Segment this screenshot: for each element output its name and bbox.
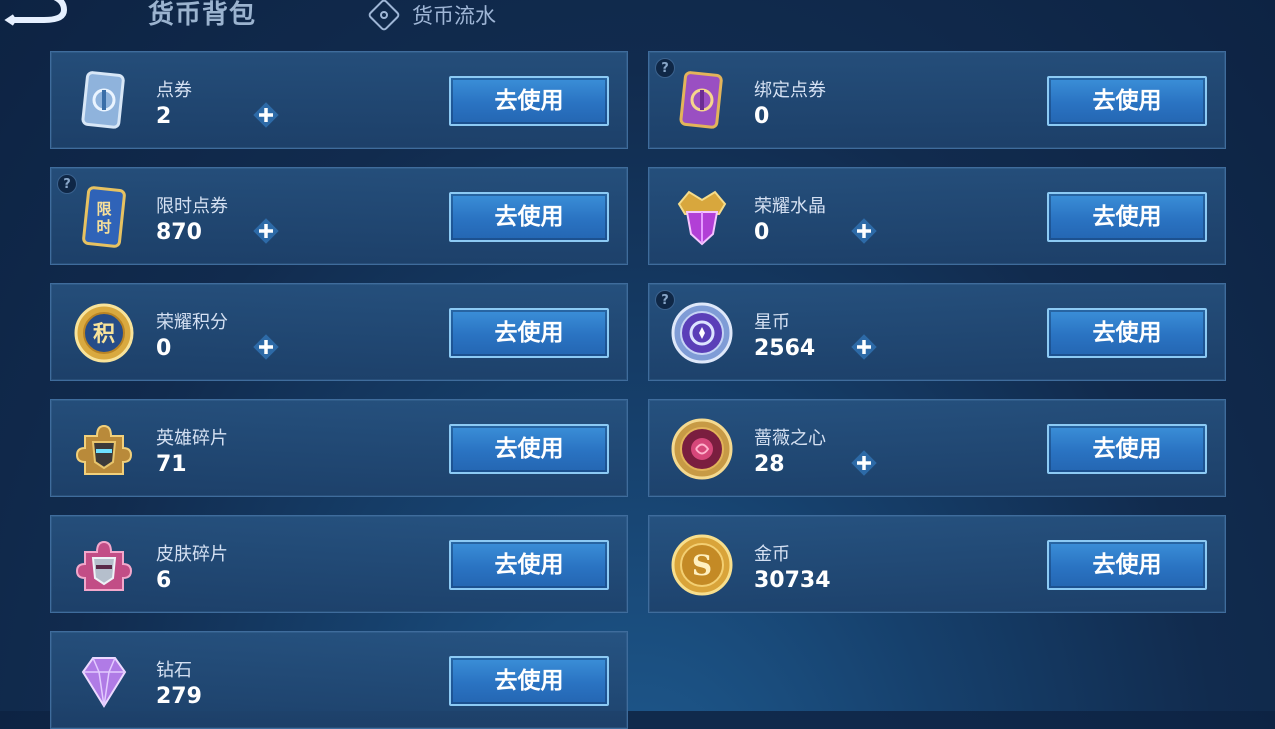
currency-card-bound-coupon: ? 绑定点券 0 去使用 [648, 51, 1226, 149]
currency-value: 28 [754, 452, 785, 477]
use-button[interactable]: 去使用 [449, 540, 609, 590]
currency-name: 荣耀水晶 [754, 196, 826, 217]
svg-text:积: 积 [93, 322, 115, 347]
currency-value: 2 [156, 104, 172, 129]
currency-name: 荣耀积分 [156, 312, 228, 333]
currency-value: 2564 [754, 336, 816, 361]
plus-icon [253, 102, 279, 128]
svg-text:时: 时 [96, 218, 111, 236]
currency-card-hero-fragment: 英雄碎片 71 去使用 [50, 399, 628, 497]
currency-name: 英雄碎片 [156, 428, 228, 449]
add-limited-coupon-button[interactable] [251, 216, 281, 246]
currency-card-diamond: 钻石 279 去使用 [50, 631, 628, 729]
currency-name: 限时点券 [156, 196, 228, 217]
use-button[interactable]: 去使用 [1047, 308, 1207, 358]
gold-coin-icon: S [669, 532, 735, 598]
use-button[interactable]: 去使用 [449, 76, 609, 126]
tab-currency-flow[interactable]: 货币流水 [366, 0, 496, 32]
add-star-coin-button[interactable] [849, 332, 879, 362]
currency-name: 星币 [754, 312, 790, 333]
use-button[interactable]: 去使用 [1047, 540, 1207, 590]
currency-card-coupon: 点券 2 去使用 [50, 51, 628, 149]
currency-card-limited-coupon: ? 限 时 限时点券 870 去使用 [50, 167, 628, 265]
use-button[interactable]: 去使用 [1047, 192, 1207, 242]
coupon-card-icon [71, 68, 137, 134]
diamond-icon [71, 648, 137, 714]
currency-value: 0 [156, 336, 172, 361]
limited-coupon-icon: 限 时 [71, 184, 137, 250]
currency-value: 870 [156, 220, 202, 245]
currency-card-star-coin: ? 星币 2564 去使用 [648, 283, 1226, 381]
use-button[interactable]: 去使用 [449, 308, 609, 358]
currency-value: 0 [754, 104, 770, 129]
add-glory-points-button[interactable] [251, 332, 281, 362]
use-button[interactable]: 去使用 [1047, 424, 1207, 474]
currency-card-glory-points: 积 荣耀积分 0 去使用 [50, 283, 628, 381]
currency-name: 皮肤碎片 [156, 544, 228, 565]
page-title: 货币背包 [148, 0, 257, 30]
currency-value: 0 [754, 220, 770, 245]
tab-currency-flow-label: 货币流水 [412, 4, 496, 28]
currency-value: 6 [156, 568, 172, 593]
back-arrow-icon [4, 0, 68, 26]
currency-card-skin-fragment: 皮肤碎片 6 去使用 [50, 515, 628, 613]
currency-name: 绑定点券 [754, 80, 826, 101]
currency-name: 金币 [754, 544, 790, 565]
currency-card-gold-coin: S 金币 30734 去使用 [648, 515, 1226, 613]
currency-value: 30734 [754, 568, 831, 593]
currency-name: 钻石 [156, 660, 192, 681]
header: 货币背包 货币流水 [0, 0, 1275, 40]
flow-icon [367, 0, 401, 32]
use-button[interactable]: 去使用 [449, 656, 609, 706]
currency-card-rose-heart: 蔷薇之心 28 去使用 [648, 399, 1226, 497]
plus-icon [253, 218, 279, 244]
add-glory-crystal-button[interactable] [849, 216, 879, 246]
currency-card-glory-crystal: 荣耀水晶 0 去使用 [648, 167, 1226, 265]
skin-fragment-icon [71, 532, 137, 598]
plus-icon [253, 334, 279, 360]
glory-points-icon: 积 [71, 300, 137, 366]
use-button[interactable]: 去使用 [449, 192, 609, 242]
svg-text:限: 限 [96, 200, 111, 218]
plus-icon [851, 334, 877, 360]
svg-text:S: S [692, 549, 712, 582]
use-button[interactable]: 去使用 [449, 424, 609, 474]
currency-value: 71 [156, 452, 187, 477]
glory-crystal-icon [669, 184, 735, 250]
add-coupon-button[interactable] [251, 100, 281, 130]
bound-coupon-card-icon [669, 68, 735, 134]
hero-fragment-icon [71, 416, 137, 482]
add-rose-heart-button[interactable] [849, 448, 879, 478]
currency-value: 279 [156, 684, 202, 709]
currency-name: 蔷薇之心 [754, 428, 826, 449]
back-button[interactable] [4, 0, 76, 30]
star-coin-icon [669, 300, 735, 366]
rose-heart-icon [669, 416, 735, 482]
plus-icon [851, 450, 877, 476]
use-button[interactable]: 去使用 [1047, 76, 1207, 126]
currency-name: 点券 [156, 80, 192, 101]
plus-icon [851, 218, 877, 244]
